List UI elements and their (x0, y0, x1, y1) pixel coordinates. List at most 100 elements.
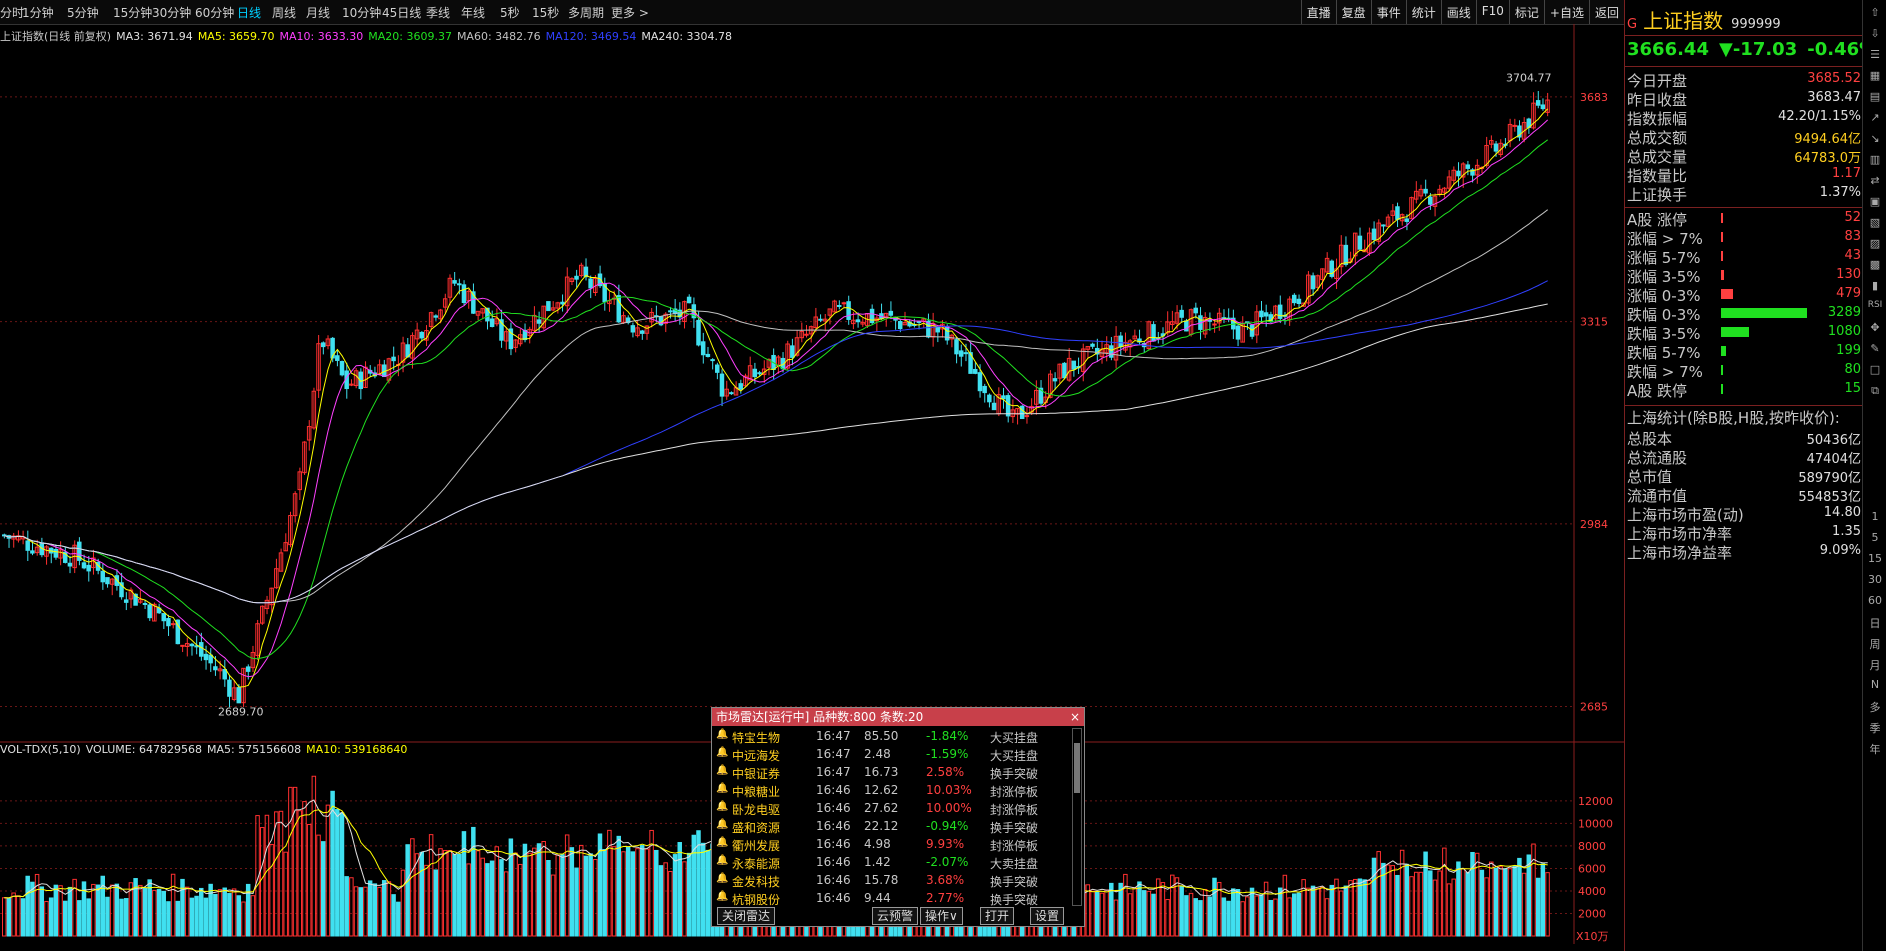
period-tab[interactable]: 月线 (306, 4, 330, 21)
move-icon[interactable]: ✥ (1867, 321, 1883, 334)
toolbar-button[interactable]: 返回 (1588, 0, 1624, 24)
period-shortcut[interactable]: 月 (1867, 657, 1883, 673)
rsi-icon[interactable]: RSI (1867, 300, 1883, 310)
radar-scroll-thumb[interactable] (1074, 743, 1080, 793)
radar-button[interactable]: 关闭雷达 (717, 907, 776, 925)
volume-bar (1188, 892, 1194, 937)
period-shortcut[interactable]: 周 (1867, 636, 1883, 652)
radar-button[interactable]: 云预警 (872, 907, 919, 925)
period-tab[interactable]: 10分钟 (342, 4, 381, 21)
radar-button[interactable]: 设置 (1030, 907, 1065, 925)
radar-row[interactable]: 🔔 特宝生物 16:47 85.50 -1.84% 大买挂盘 (712, 728, 1072, 746)
chart-icon[interactable]: ↗ (1867, 111, 1883, 124)
radar-scrollbar[interactable] (1072, 728, 1082, 906)
candle-icon[interactable]: ▮ (1867, 279, 1883, 292)
toolbar-button[interactable]: 事件 (1370, 0, 1406, 24)
period-shortcut[interactable]: 日 (1867, 615, 1883, 631)
volume-bar (1137, 881, 1142, 937)
radar-row[interactable]: 🔔 永泰能源 16:46 1.42 -2.07% 大卖挂盘 (712, 854, 1072, 872)
radar-row[interactable]: 🔔 金发科技 16:46 15.78 3.68% 换手突破 (712, 872, 1072, 890)
pen-icon[interactable]: ✎ (1867, 342, 1883, 355)
radar-row[interactable]: 🔔 杭钢股份 16:46 9.44 2.77% 换手突破 (712, 890, 1072, 906)
layout-icon[interactable]: ▣ (1867, 195, 1883, 208)
toolbar-button[interactable]: F10 (1475, 0, 1509, 24)
radar-row[interactable]: 🔔 中粮糖业 16:46 12.62 10.03% 封涨停板 (712, 782, 1072, 800)
volume-bar (1531, 843, 1536, 937)
volume-bar (1460, 868, 1466, 937)
quote-label: 昨日收盘 (1627, 91, 1688, 109)
bell-icon: 🔔 (716, 801, 729, 812)
period-tab[interactable]: 日线 (237, 4, 261, 21)
down-arrow-icon[interactable]: ⇩ (1867, 27, 1883, 40)
period-tab[interactable]: 15分钟 (113, 4, 152, 21)
period-tab[interactable]: 45日线 (382, 4, 421, 21)
period-tab[interactable]: 15秒 (532, 4, 559, 21)
radar-row[interactable]: 🔔 盛和资源 16:46 22.12 -0.94% 换手突破 (712, 818, 1072, 836)
period-tab[interactable]: 周线 (272, 4, 296, 21)
candle-body (729, 392, 734, 395)
alert-time: 16:47 (816, 729, 851, 743)
volume-bar (1231, 888, 1236, 937)
breadth-label: A股 涨停 (1627, 211, 1688, 229)
candle-body (1493, 143, 1499, 152)
period-shortcut[interactable]: 1 (1867, 510, 1883, 523)
radar-row[interactable]: 🔔 中远海发 16:47 2.48 -1.59% 大买挂盘 (712, 746, 1072, 764)
period-tab[interactable]: 5秒 (500, 4, 520, 21)
period-tab[interactable]: 季线 (426, 4, 450, 21)
volume-bar (1151, 893, 1156, 937)
period-shortcut[interactable]: 季 (1867, 720, 1883, 736)
volume-bar (569, 847, 575, 937)
radar-button[interactable]: 打开 (980, 907, 1015, 925)
volume-bar (1292, 893, 1297, 937)
period-shortcut[interactable]: 年 (1867, 741, 1883, 757)
period-tab[interactable]: 年线 (461, 4, 485, 21)
volume-bar (564, 834, 570, 937)
toolbar-button[interactable]: 统计 (1405, 0, 1441, 24)
stats-icon[interactable]: ▧ (1867, 216, 1883, 229)
period-shortcut[interactable]: 30 (1867, 573, 1883, 586)
radar-row[interactable]: 🔔 卧龙电驱 16:46 27.62 10.00% 封涨停板 (712, 800, 1072, 818)
square-icon[interactable]: □ (1867, 363, 1883, 376)
period-shortcut[interactable]: 多 (1867, 699, 1883, 715)
toolbar-button[interactable]: 复盘 (1335, 0, 1371, 24)
volume-bar (372, 883, 378, 937)
period-tab[interactable]: 分时 (0, 4, 24, 21)
volume-bar (363, 886, 368, 937)
volume-bar (142, 887, 148, 937)
volume-legend-item: VOLUME: 647829568 (85, 743, 202, 756)
compare-icon[interactable]: ⇄ (1867, 174, 1883, 187)
toolbar-button[interactable]: +自选 (1543, 0, 1589, 24)
list-icon[interactable]: ☰ (1867, 48, 1883, 61)
bars-icon[interactable]: ▥ (1867, 153, 1883, 166)
volume-bar (1512, 865, 1517, 937)
y-tick-label: 3683 (1580, 91, 1608, 104)
period-shortcut[interactable]: 60 (1867, 594, 1883, 607)
volume-bar (217, 889, 223, 937)
candle-body (189, 643, 195, 647)
radar-row[interactable]: 🔔 衢州发展 16:46 4.98 9.93% 封涨停板 (712, 836, 1072, 854)
period-tab[interactable]: 多周期 (568, 4, 604, 21)
book-icon[interactable]: ▨ (1867, 237, 1883, 250)
period-tab[interactable]: 更多 > (611, 4, 649, 21)
grid-icon[interactable]: ▦ (1867, 69, 1883, 82)
period-shortcut[interactable]: 5 (1867, 531, 1883, 544)
period-tab[interactable]: 1分钟 (22, 4, 54, 21)
index-code: 999999 (1731, 17, 1781, 32)
period-tab[interactable]: 30分钟 (152, 4, 191, 21)
radar-close-icon[interactable]: × (1070, 708, 1080, 726)
volume-bar (166, 901, 171, 937)
radar-button[interactable]: 操作∨ (920, 907, 963, 925)
toolbar-button[interactable]: 标记 (1508, 0, 1544, 24)
period-tab[interactable]: 5分钟 (67, 4, 99, 21)
period-tab[interactable]: 60分钟 (195, 4, 234, 21)
toolbar-button[interactable]: 直播 (1300, 0, 1336, 24)
toolbar-button[interactable]: 画线 (1440, 0, 1476, 24)
copy-icon[interactable]: ⧉ (1867, 384, 1883, 398)
chart2-icon[interactable]: ↘ (1867, 132, 1883, 145)
grid2-icon[interactable]: ▩ (1867, 258, 1883, 271)
up-arrow-icon[interactable]: ⇧ (1867, 6, 1883, 19)
period-shortcut[interactable]: N (1867, 678, 1883, 691)
period-shortcut[interactable]: 15 (1867, 552, 1883, 565)
table-icon[interactable]: ▤ (1867, 90, 1883, 103)
radar-row[interactable]: 🔔 中银证券 16:47 16.73 2.58% 换手突破 (712, 764, 1072, 782)
